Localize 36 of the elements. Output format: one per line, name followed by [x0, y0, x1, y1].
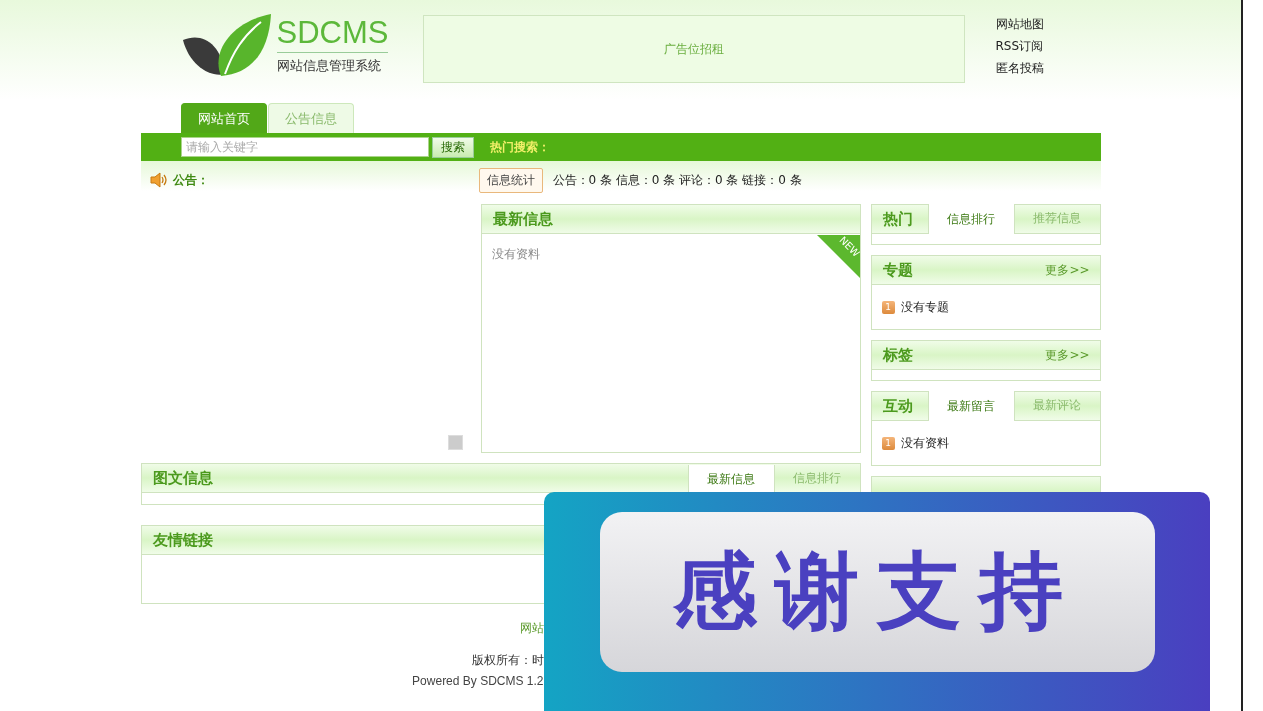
- search-field[interactable]: 请输入关键字: [180, 137, 429, 157]
- rank-badge: 1: [881, 436, 895, 450]
- list-item-text[interactable]: 没有专题: [900, 298, 949, 316]
- panel-title: 友情链接: [152, 530, 214, 550]
- header-link[interactable]: 网站地图: [995, 15, 1044, 33]
- header-link[interactable]: 匿名投稿: [995, 59, 1044, 77]
- stats-tag: 信息统计: [478, 167, 543, 193]
- powered-by-text: Powered By SDCMS 1.2: [412, 674, 544, 688]
- panel-tab[interactable]: 信息排行: [927, 204, 1014, 234]
- panel-title: 互动: [882, 396, 914, 416]
- ad-banner: 广告位招租: [422, 15, 965, 83]
- panel-title: 热门: [882, 209, 914, 229]
- more-link[interactable]: 更多>>: [1045, 346, 1090, 364]
- header-link[interactable]: RSS订阅: [995, 37, 1044, 55]
- panel-title: 专题: [882, 260, 914, 280]
- leaf-logo-icon: [180, 12, 271, 78]
- search-button[interactable]: 搜索: [431, 136, 474, 158]
- notice-label: 公告：: [172, 171, 210, 189]
- copyright-text: 版权所有：时: [471, 652, 544, 669]
- panel-title: 标签: [882, 345, 914, 365]
- panel-tab[interactable]: 最新留言: [927, 391, 1014, 421]
- hot-search-label: 热门搜索：: [489, 138, 550, 156]
- nav-tab[interactable]: 网站首页: [180, 103, 267, 133]
- more-link[interactable]: 更多>>: [1045, 261, 1090, 279]
- scroll-handle-icon[interactable]: [447, 435, 463, 450]
- overlay-text: 感谢支持: [599, 511, 1155, 672]
- stats-text: 公告：0 条 信息：0 条 评论：0 条 链接：0 条: [552, 171, 802, 189]
- panel-title: 最新信息: [492, 209, 554, 229]
- speaker-icon: [149, 172, 168, 188]
- panel-tab[interactable]: 最新信息: [687, 465, 774, 493]
- logo-title: SDCMS: [276, 15, 389, 53]
- list-item-text[interactable]: 没有资料: [900, 434, 949, 452]
- panel-title: 图文信息: [152, 468, 214, 488]
- footer-link[interactable]: 网站: [519, 620, 544, 637]
- rank-badge: 1: [881, 300, 895, 314]
- logo-subtitle: 网站信息管理系统: [276, 56, 382, 75]
